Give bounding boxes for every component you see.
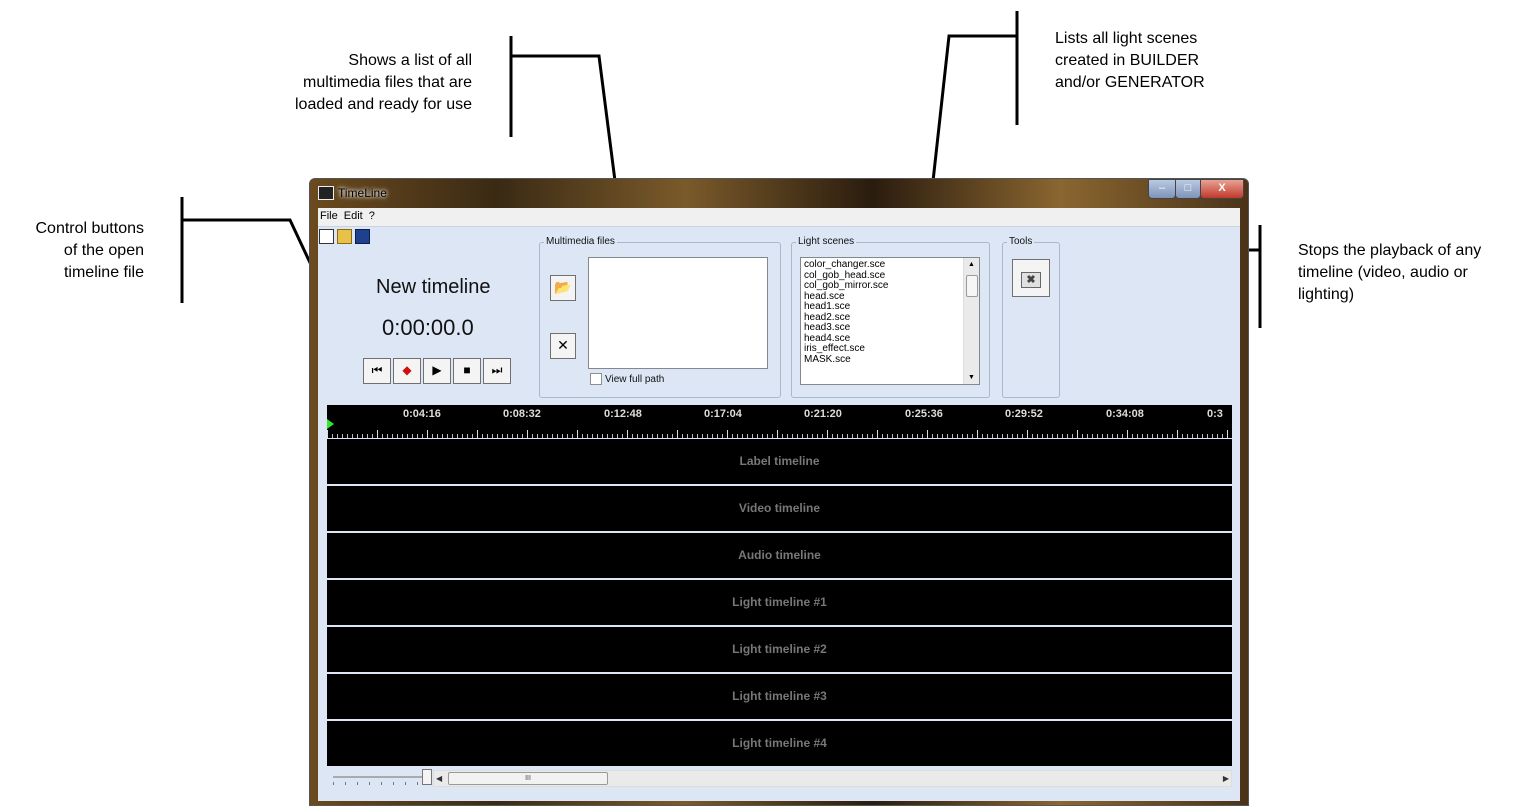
scroll-down-icon[interactable]: ▼ xyxy=(964,371,979,384)
track-light-4[interactable]: Light timeline #4 xyxy=(327,721,1232,766)
ruler-label: 0:3 xyxy=(1207,408,1223,420)
ruler-label: 0:29:52 xyxy=(1005,408,1043,420)
callout-line: Control buttons xyxy=(35,220,144,237)
callout-line: timeline (video, audio or xyxy=(1298,264,1468,281)
menu-edit[interactable]: Edit xyxy=(342,208,367,222)
stop-all-playback-button[interactable]: ✖ xyxy=(1012,259,1050,297)
zoom-slider-track[interactable] xyxy=(333,776,428,778)
track-video[interactable]: Video timeline xyxy=(327,486,1232,531)
timeline-window: TimeLine – □ X File Edit? New timeline 0:… xyxy=(309,178,1249,806)
callout-line: Shows a list of all xyxy=(348,52,472,69)
stop-button[interactable]: ■ xyxy=(453,358,481,384)
callout-line: Lists all light scenes xyxy=(1055,30,1198,47)
new-file-icon[interactable] xyxy=(319,229,334,244)
light-scenes-list[interactable]: color_changer.sce col_gob_head.sce col_g… xyxy=(800,257,980,385)
open-folder-icon[interactable] xyxy=(337,229,352,244)
ruler-label: 0:04:16 xyxy=(403,408,441,420)
light-scenes-scrollbar[interactable]: ▲ ▼ xyxy=(963,258,979,384)
scroll-right-icon[interactable]: ▶ xyxy=(1223,771,1229,786)
ruler-label: 0:21:20 xyxy=(804,408,842,420)
callout-line: Stops the playback of any xyxy=(1298,242,1482,259)
callout-line: multimedia files that are xyxy=(303,74,472,91)
play-button[interactable]: ▶ xyxy=(423,358,451,384)
save-disk-icon[interactable] xyxy=(355,229,370,244)
callout-multimedia: Shows a list of all multimedia files tha… xyxy=(240,50,472,116)
list-item[interactable]: head1.sce xyxy=(801,301,979,313)
menu-help[interactable]: ? xyxy=(367,208,379,222)
callout-control-buttons: Control buttons of the open timeline fil… xyxy=(0,218,144,284)
tools-label: Tools xyxy=(1007,236,1035,247)
multimedia-files-group: Multimedia files 📂 ✕ View full path xyxy=(539,236,781,398)
callout-light-scenes: Lists all light scenes created in BUILDE… xyxy=(1055,28,1275,94)
tools-group: Tools ✖ xyxy=(1002,236,1060,398)
scroll-thumb[interactable] xyxy=(966,275,978,297)
record-button[interactable]: ◆ xyxy=(393,358,421,384)
app-icon xyxy=(318,186,334,200)
ruler-label: 0:12:48 xyxy=(604,408,642,420)
scroll-thumb[interactable]: III xyxy=(448,772,608,785)
title-bar[interactable]: TimeLine – □ X xyxy=(310,179,1248,207)
scroll-up-icon[interactable]: ▲ xyxy=(964,258,979,271)
ruler-label: 0:34:08 xyxy=(1106,408,1144,420)
callout-line: created in BUILDER xyxy=(1055,52,1200,69)
minimize-button[interactable]: – xyxy=(1148,179,1176,199)
track-light-2[interactable]: Light timeline #2 xyxy=(327,627,1232,672)
list-item[interactable]: col_gob_mirror.sce xyxy=(801,280,979,292)
track-label[interactable]: Label timeline xyxy=(327,439,1232,484)
list-item[interactable]: head3.sce xyxy=(801,322,979,334)
track-light-1[interactable]: Light timeline #1 xyxy=(327,580,1232,625)
horizontal-scrollbar[interactable]: ◀ III ▶ xyxy=(433,770,1232,787)
view-full-path-label: View full path xyxy=(605,374,665,385)
zoom-slider-ticks xyxy=(333,782,428,785)
time-ruler[interactable]: 0:04:16 0:08:32 0:12:48 0:17:04 0:21:20 … xyxy=(327,405,1232,438)
stop-all-icon: ✖ xyxy=(1021,272,1041,288)
remove-multimedia-button[interactable]: ✕ xyxy=(550,333,576,359)
list-item[interactable]: color_changer.sce xyxy=(801,259,979,271)
multimedia-files-list[interactable] xyxy=(588,257,768,369)
go-to-end-button[interactable]: ⏭ xyxy=(483,358,511,384)
scroll-left-icon[interactable]: ◀ xyxy=(436,771,442,786)
playhead-marker-icon[interactable] xyxy=(327,419,334,429)
callout-line: timeline file xyxy=(63,264,144,281)
window-title: TimeLine xyxy=(338,186,387,200)
close-button[interactable]: X xyxy=(1200,179,1244,199)
callout-line: of the open xyxy=(63,242,144,259)
menu-file[interactable]: File xyxy=(318,208,342,222)
list-item[interactable]: MASK.sce xyxy=(801,354,979,366)
callout-line: loaded and ready for use xyxy=(294,96,472,113)
track-light-3[interactable]: Light timeline #3 xyxy=(327,674,1232,719)
open-multimedia-button[interactable]: 📂 xyxy=(550,275,576,301)
ruler-label: 0:08:32 xyxy=(503,408,541,420)
track-audio[interactable]: Audio timeline xyxy=(327,533,1232,578)
ruler-major-ticks xyxy=(327,430,1232,438)
multimedia-files-label: Multimedia files xyxy=(544,236,617,247)
go-to-start-button[interactable]: ⏮ xyxy=(363,358,391,384)
view-full-path-checkbox[interactable] xyxy=(590,373,602,385)
callout-stop-playback: Stops the playback of any timeline (vide… xyxy=(1298,240,1536,306)
ruler-label: 0:17:04 xyxy=(704,408,742,420)
menu-bar: File Edit? xyxy=(318,208,1240,227)
ruler-label: 0:25:36 xyxy=(905,408,943,420)
bottom-controls: ◀ III ▶ xyxy=(327,769,1232,787)
timeline-time: 0:00:00.0 xyxy=(382,315,474,340)
callout-line: and/or GENERATOR xyxy=(1055,74,1205,91)
light-scenes-group: Light scenes color_changer.sce col_gob_h… xyxy=(791,236,990,398)
client-area: File Edit? New timeline 0:00:00.0 ⏮ ◆ ▶ ■… xyxy=(318,208,1240,801)
timeline-name: New timeline xyxy=(376,276,491,298)
light-scenes-label: Light scenes xyxy=(796,236,857,247)
maximize-button[interactable]: □ xyxy=(1175,179,1201,199)
callout-line: lighting) xyxy=(1298,286,1355,303)
list-item[interactable]: iris_effect.sce xyxy=(801,343,979,355)
